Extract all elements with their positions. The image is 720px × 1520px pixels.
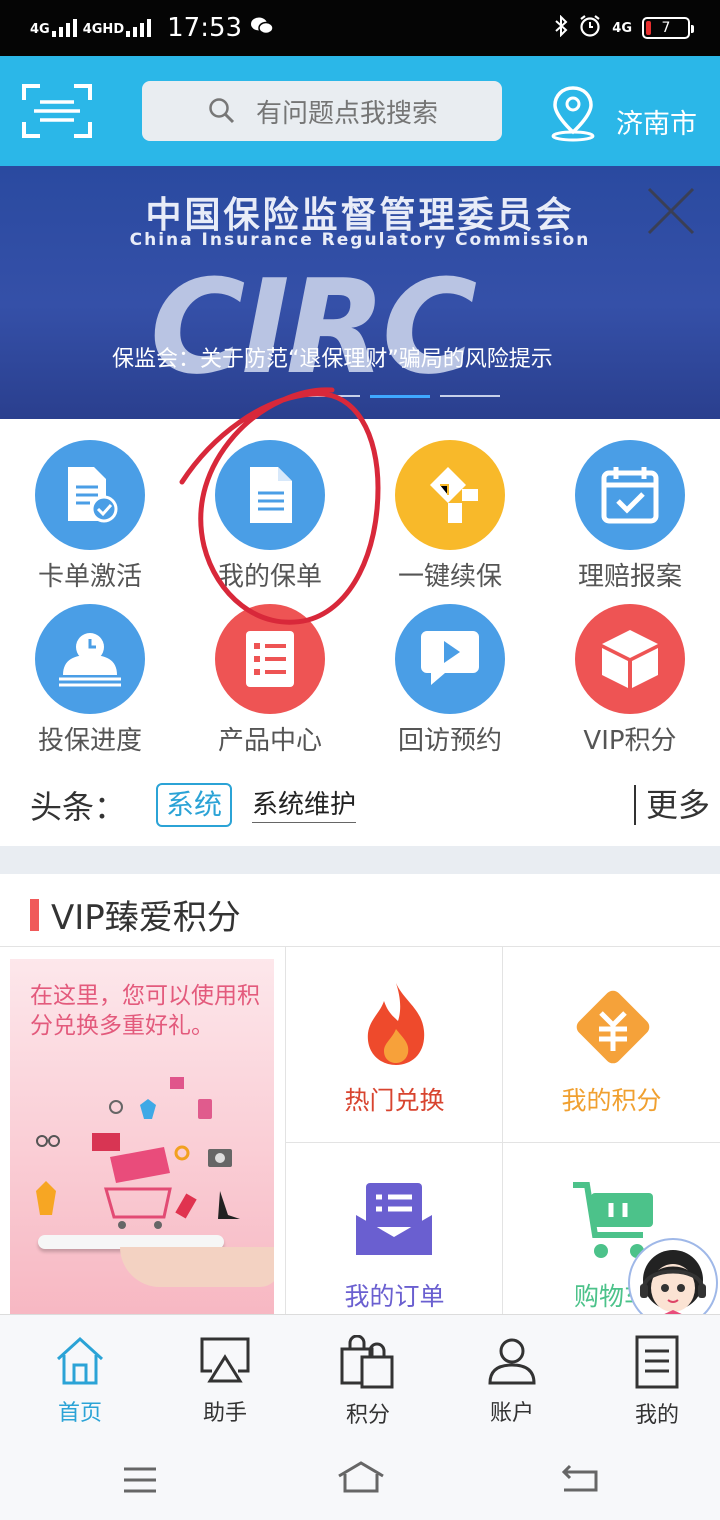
tab-assistant[interactable]: 助手 [165,1335,285,1427]
home-nav-icon[interactable] [336,1460,386,1494]
indicator-dot [440,395,500,397]
top-header: 有问题点我搜索 济南市 [0,56,720,166]
vip-area: 在这里，您可以使用积分兑换多重好礼。 热门兑换 我的积分 我的订单 购物车 [0,946,720,1316]
system-nav-bar [0,1440,720,1520]
section-divider [0,846,720,874]
status-bar: 4G 4GHD 17:53 4G 7 [0,0,720,56]
search-placeholder: 有问题点我搜索 [256,98,439,129]
headline-title: 头条： [30,788,127,826]
tab-points[interactable]: 积分 [308,1334,428,1429]
grid-label: 产品中心 [217,726,322,756]
tab-mine[interactable]: 我的 [597,1335,717,1429]
points-icon [576,990,650,1064]
tab-label: 助手 [202,1401,247,1426]
box-icon [575,604,685,714]
status-time: 17:53 [167,13,243,43]
tab-label: 首页 [57,1401,102,1426]
grid-item-card-activate[interactable]: 卡单激活 [0,430,180,592]
vip-section-title: VIP臻爱积分 [30,890,241,939]
airplay-icon [200,1337,250,1383]
grid-label: VIP积分 [583,726,677,756]
chat-play-icon [395,604,505,714]
battery-icon: 7 [642,17,694,39]
headline-text[interactable]: 系统维护 [252,788,357,823]
vip-my-orders[interactable]: 我的订单 [285,1143,503,1316]
search-icon [209,98,235,124]
headline-more-link[interactable]: 更多 [633,785,710,825]
tab-home[interactable]: 首页 [20,1335,140,1427]
shopping-illustration [36,1077,240,1229]
tab-label: 账户 [489,1401,534,1426]
vip-my-points[interactable]: 我的积分 [502,947,720,1143]
headline-tag: 系统 [156,783,233,827]
hand [120,1247,274,1287]
menu-icon[interactable] [122,1466,158,1494]
wechat-icon [250,16,274,41]
back-icon[interactable] [560,1462,600,1494]
bluetooth-icon [554,14,568,42]
network-4g-icon: 4G [612,20,632,36]
vip-cell-label: 我的订单 [344,1282,445,1311]
grid-item-progress[interactable]: 投保进度 [0,594,180,756]
scan-icon[interactable] [22,84,92,138]
annotation-circle [179,387,381,625]
renew-icon [395,440,505,550]
grid-label: 卡单激活 [37,562,142,592]
banner-caption: 保监会：关于防范“退保理财”骗局的风险提示 [112,347,553,372]
calendar-check-icon [575,440,685,550]
grid-label: 理赔报案 [577,562,682,592]
grid-label: 回访预约 [397,726,502,756]
document-icon [635,1335,679,1389]
vip-cell-label: 我的积分 [561,1086,662,1115]
tab-account[interactable]: 账户 [452,1335,572,1427]
home-icon [56,1336,104,1385]
card-activate-icon [35,440,145,550]
grid-item-claims[interactable]: 理赔报案 [540,430,720,592]
fire-icon [367,983,425,1065]
order-icon [356,1183,432,1255]
user-icon [488,1338,536,1385]
grid-label: 投保进度 [37,726,142,756]
vip-cell-label: 热门兑换 [344,1086,445,1115]
promo-banner[interactable]: 在这里，您可以使用积分兑换多重好礼。 [10,959,274,1316]
tab-label: 积分 [345,1403,390,1428]
search-bar[interactable]: 有问题点我搜索 [142,81,502,141]
signal-2: 4GHD [83,19,152,37]
bottom-tab-bar: 首页 助手 积分 账户 我的 [0,1314,720,1440]
progress-clock-icon [35,604,145,714]
signal-1: 4G [30,19,77,37]
city-selector[interactable]: 济南市 [616,102,697,141]
close-icon[interactable] [646,186,696,236]
vip-hot-exchange[interactable]: 热门兑换 [285,947,503,1143]
tab-label: 我的 [634,1403,679,1428]
promo-text: 在这里，您可以使用积分兑换多重好礼。 [30,983,260,1039]
shopping-bags-icon [340,1334,394,1389]
grid-item-vip-points[interactable]: VIP积分 [540,594,720,756]
alarm-icon [578,14,602,43]
headline-bar[interactable]: 头条： 系统 系统维护 更多 [30,780,710,830]
banner-org-en: China Insurance Regulatory Commission [129,230,591,250]
location-pin-icon[interactable] [550,84,596,142]
